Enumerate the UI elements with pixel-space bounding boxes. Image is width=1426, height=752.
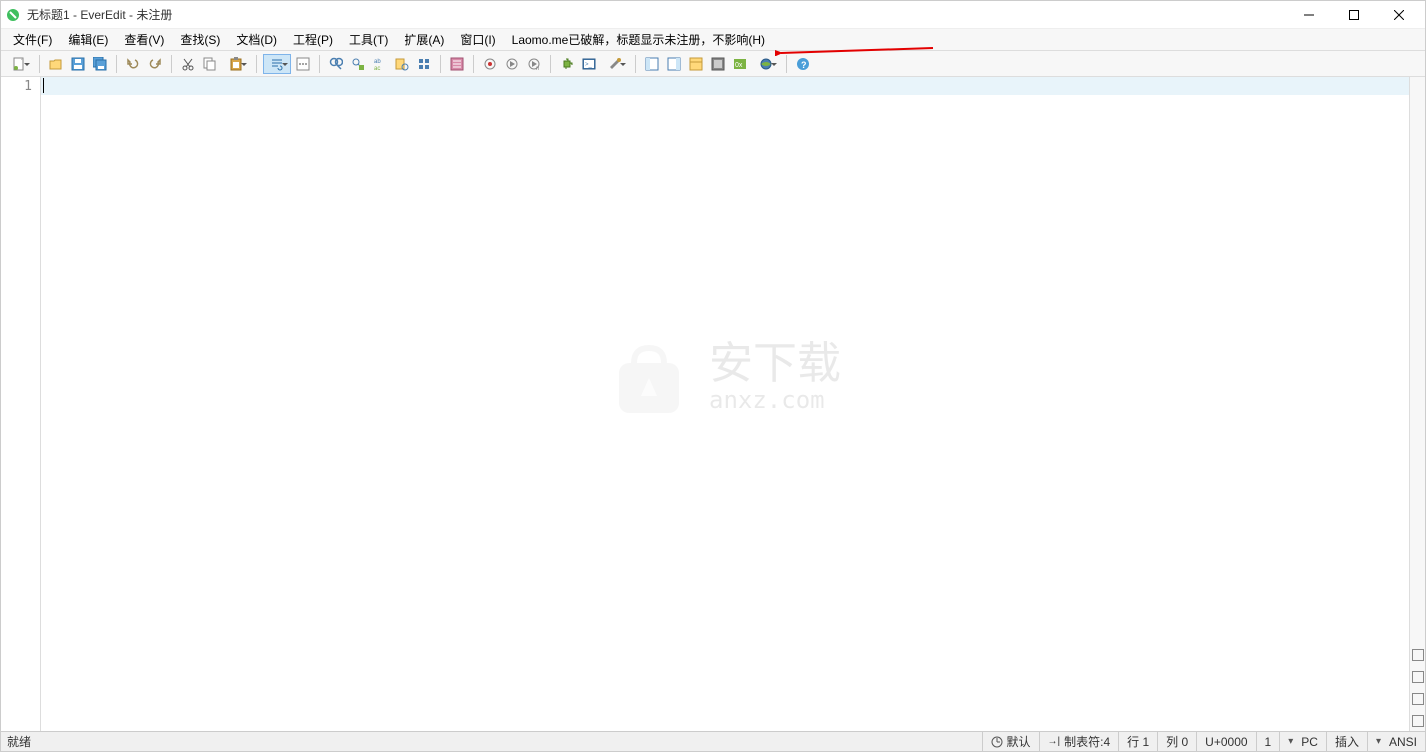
watermark: 安下载 anxz.com bbox=[609, 338, 841, 418]
wordwrap-button[interactable] bbox=[263, 54, 291, 74]
help-button[interactable]: ? bbox=[793, 54, 813, 74]
svg-text:?: ? bbox=[801, 60, 807, 70]
tools-button[interactable] bbox=[601, 54, 629, 74]
maximize-button[interactable] bbox=[1331, 2, 1376, 28]
bookmark-button[interactable] bbox=[414, 54, 434, 74]
copy-button[interactable] bbox=[200, 54, 220, 74]
menu-search[interactable]: 查找(S) bbox=[172, 29, 228, 50]
current-line-highlight bbox=[41, 77, 1409, 95]
text-cursor bbox=[43, 78, 44, 93]
menu-doc[interactable]: 文档(D) bbox=[228, 29, 285, 50]
menu-tool[interactable]: 工具(T) bbox=[341, 29, 396, 50]
show-whitespace-button[interactable] bbox=[293, 54, 313, 74]
window-title: 无标题1 - EverEdit - 未注册 bbox=[27, 6, 1286, 23]
indent-button[interactable] bbox=[447, 54, 467, 74]
replace-button[interactable] bbox=[348, 54, 368, 74]
open-file-button[interactable] bbox=[46, 54, 66, 74]
titlebar: 无标题1 - EverEdit - 未注册 bbox=[1, 1, 1425, 29]
record-macro-button[interactable] bbox=[480, 54, 500, 74]
repeat-macro-button[interactable]: n bbox=[524, 54, 544, 74]
svg-text:ac: ac bbox=[374, 66, 380, 71]
save-all-button[interactable] bbox=[90, 54, 110, 74]
rail-btn-4[interactable] bbox=[1412, 715, 1424, 727]
status-row[interactable]: 行 1 bbox=[1118, 732, 1157, 751]
menu-help[interactable]: Laomo.me已破解，标题显示未注册，不影响(H) bbox=[504, 29, 773, 50]
panel2-button[interactable] bbox=[664, 54, 684, 74]
menu-file[interactable]: 文件(F) bbox=[5, 29, 60, 50]
browser-button[interactable] bbox=[752, 54, 780, 74]
editor-area: 1 安下载 anxz.com bbox=[1, 77, 1425, 731]
undo-button[interactable] bbox=[123, 54, 143, 74]
status-tab[interactable]: →|制表符:4 bbox=[1039, 732, 1119, 751]
line-gutter: 1 bbox=[1, 77, 41, 731]
play-macro-button[interactable] bbox=[502, 54, 522, 74]
status-insert[interactable]: 插入 bbox=[1326, 732, 1367, 751]
menu-ext[interactable]: 扩展(A) bbox=[396, 29, 452, 50]
rail-btn-1[interactable] bbox=[1412, 649, 1424, 661]
status-linebreak[interactable]: PC bbox=[1279, 732, 1326, 751]
menu-project[interactable]: 工程(P) bbox=[285, 29, 341, 50]
svg-text:0x: 0x bbox=[735, 62, 743, 69]
svg-text:>_: >_ bbox=[585, 62, 593, 68]
clock-icon bbox=[991, 736, 1003, 748]
plugin-button[interactable] bbox=[557, 54, 577, 74]
menu-view[interactable]: 查看(V) bbox=[116, 29, 172, 50]
paste-button[interactable] bbox=[222, 54, 250, 74]
side-rail bbox=[1409, 77, 1425, 731]
statusbar: 就绪 默认 →|制表符:4 行 1 列 0 U+0000 1 PC 插入 ANS… bbox=[1, 731, 1425, 751]
toolbar: abac n >_ 0x ? bbox=[1, 51, 1425, 77]
line-number: 1 bbox=[1, 79, 32, 94]
hex-button[interactable]: 0x bbox=[730, 54, 750, 74]
status-syntax[interactable]: 默认 bbox=[982, 732, 1039, 751]
app-icon bbox=[5, 7, 21, 23]
panel4-button[interactable] bbox=[708, 54, 728, 74]
menu-window[interactable]: 窗口(I) bbox=[452, 29, 503, 50]
close-button[interactable] bbox=[1376, 2, 1421, 28]
status-ready: 就绪 bbox=[1, 733, 982, 750]
redo-button[interactable] bbox=[145, 54, 165, 74]
watermark-subtext: anxz.com bbox=[709, 386, 841, 414]
new-file-button[interactable] bbox=[5, 54, 33, 74]
watermark-text: 安下载 bbox=[709, 342, 841, 386]
status-col[interactable]: 列 0 bbox=[1157, 732, 1196, 751]
find-button[interactable] bbox=[326, 54, 346, 74]
menu-edit[interactable]: 编辑(E) bbox=[60, 29, 116, 50]
text-editor[interactable]: 安下载 anxz.com bbox=[41, 77, 1409, 731]
status-encoding[interactable]: ANSI bbox=[1367, 732, 1425, 751]
app-window: 无标题1 - EverEdit - 未注册 文件(F) 编辑(E) 查看(V) … bbox=[0, 0, 1426, 752]
svg-text:n: n bbox=[536, 66, 539, 71]
cut-button[interactable] bbox=[178, 54, 198, 74]
svg-text:ab: ab bbox=[374, 59, 381, 65]
save-button[interactable] bbox=[68, 54, 88, 74]
menubar: 文件(F) 编辑(E) 查看(V) 查找(S) 文档(D) 工程(P) 工具(T… bbox=[1, 29, 1425, 51]
panel3-button[interactable] bbox=[686, 54, 706, 74]
console-button[interactable]: >_ bbox=[579, 54, 599, 74]
find-in-files-button[interactable]: abac bbox=[370, 54, 390, 74]
status-page: 1 bbox=[1256, 732, 1280, 751]
rail-btn-2[interactable] bbox=[1412, 671, 1424, 683]
goto-button[interactable] bbox=[392, 54, 412, 74]
status-unicode: U+0000 bbox=[1196, 732, 1255, 751]
panel1-button[interactable] bbox=[642, 54, 662, 74]
rail-btn-3[interactable] bbox=[1412, 693, 1424, 705]
minimize-button[interactable] bbox=[1286, 2, 1331, 28]
